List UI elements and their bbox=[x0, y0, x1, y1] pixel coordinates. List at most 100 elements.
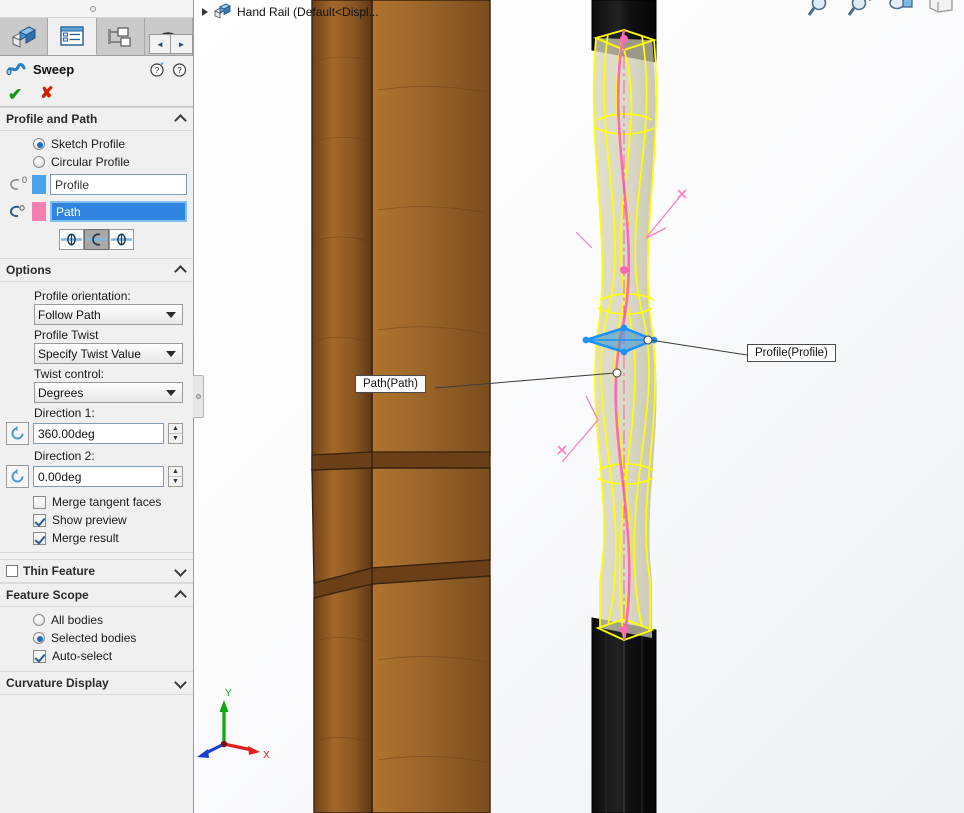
radio-selected-bodies[interactable] bbox=[33, 632, 45, 644]
ok-button[interactable]: ✔ bbox=[8, 86, 22, 103]
direction-2-stepper[interactable]: ▲ ▼ bbox=[168, 466, 183, 487]
section-body-feature-scope: All bodies Selected bodies Auto-select bbox=[0, 607, 193, 671]
section-body-profile-and-path: Sketch Profile Circular Profile 0 Profil… bbox=[0, 131, 193, 258]
nav-prev-button[interactable]: ◄ bbox=[149, 34, 171, 54]
tab-feature-manager[interactable] bbox=[0, 18, 49, 55]
selection-row-path: Path bbox=[0, 198, 193, 225]
spin-row-direction-2: 0.00deg ▲ ▼ bbox=[0, 464, 193, 489]
selection-row-profile: 0 Profile bbox=[0, 171, 193, 198]
direction-2-stepper-down[interactable]: ▼ bbox=[169, 477, 182, 486]
splitter-dot bbox=[195, 394, 201, 399]
callout-path[interactable]: Path(Path) bbox=[355, 375, 426, 393]
chevron-down-icon[interactable] bbox=[175, 565, 187, 577]
svg-text:0: 0 bbox=[22, 175, 27, 185]
checkbox-merge-tangent-faces[interactable] bbox=[33, 495, 46, 509]
checkbox-thin-feature[interactable] bbox=[6, 565, 18, 577]
label-profile-orientation: Profile orientation: bbox=[34, 289, 131, 303]
dropdown-twist-control[interactable]: Degrees bbox=[34, 382, 183, 403]
checkbox-row-merge-tangent-faces[interactable]: Merge tangent faces bbox=[0, 489, 193, 511]
checkbox-show-preview[interactable] bbox=[33, 513, 46, 527]
checkbox-auto-select[interactable] bbox=[33, 649, 46, 663]
radio-row-sketch-profile[interactable]: Sketch Profile bbox=[0, 135, 193, 153]
chevron-down-icon[interactable] bbox=[175, 677, 187, 689]
direction-1-stepper-up[interactable]: ▲ bbox=[169, 424, 182, 434]
radio-row-all-bodies[interactable]: All bodies bbox=[0, 611, 193, 629]
chevron-up-icon[interactable] bbox=[175, 113, 187, 125]
direction-1-input[interactable]: 360.00deg bbox=[33, 423, 164, 444]
help-icon[interactable]: ? bbox=[172, 62, 187, 77]
radio-row-selected-bodies[interactable]: Selected bodies bbox=[0, 629, 193, 647]
profile-color-swatch bbox=[32, 175, 46, 194]
checkbox-row-auto-select[interactable]: Auto-select bbox=[0, 647, 193, 665]
label-all-bodies: All bodies bbox=[51, 613, 104, 627]
svg-text:*: * bbox=[160, 62, 163, 70]
section-header-thin-feature[interactable]: Thin Feature bbox=[0, 559, 193, 583]
tab-configuration-manager[interactable] bbox=[96, 18, 145, 55]
section-header-profile-and-path[interactable]: Profile and Path bbox=[0, 107, 193, 131]
section-header-feature-scope[interactable]: Feature Scope bbox=[0, 583, 193, 607]
radio-all-bodies[interactable] bbox=[33, 614, 45, 626]
view-toolbar bbox=[806, 0, 956, 20]
dropdown-wrap-profile-orientation: Follow Path bbox=[0, 304, 193, 325]
path-sketch-icon bbox=[4, 202, 28, 222]
radio-sketch-profile[interactable] bbox=[33, 138, 45, 150]
direction-1-stepper-down[interactable]: ▼ bbox=[169, 434, 182, 443]
chevron-down-icon[interactable] bbox=[166, 389, 176, 396]
radio-circular-profile[interactable] bbox=[33, 156, 45, 168]
chevron-up-icon[interactable] bbox=[175, 264, 187, 276]
label-show-preview: Show preview bbox=[52, 513, 127, 527]
section-label-options: Options bbox=[6, 263, 52, 277]
profile-selection-box[interactable]: Profile bbox=[50, 174, 187, 195]
zoom-to-fit-icon[interactable] bbox=[806, 0, 836, 20]
section-header-options[interactable]: Options bbox=[0, 258, 193, 282]
cancel-button[interactable]: ✘ bbox=[40, 86, 53, 102]
align-start-button[interactable] bbox=[59, 229, 84, 250]
checkbox-row-show-preview[interactable]: Show preview bbox=[0, 511, 193, 529]
panel-pin-dot[interactable] bbox=[90, 6, 96, 12]
nav-next-button[interactable]: ► bbox=[171, 34, 193, 54]
dropdown-profile-twist[interactable]: Specify Twist Value bbox=[34, 343, 183, 364]
previous-view-icon[interactable] bbox=[886, 0, 916, 20]
checkbox-row-merge-result[interactable]: Merge result bbox=[0, 529, 193, 547]
part-document-icon bbox=[213, 3, 232, 19]
svg-text:?: ? bbox=[177, 66, 182, 75]
section-header-curvature-display[interactable]: Curvature Display bbox=[0, 671, 193, 695]
reverse-direction-1-icon[interactable] bbox=[6, 422, 29, 445]
zoom-to-area-icon[interactable] bbox=[846, 0, 876, 20]
svg-text:Y: Y bbox=[225, 688, 232, 699]
direction-2-input[interactable]: 0.00deg bbox=[33, 466, 164, 487]
section-label-thin-feature: Thin Feature bbox=[23, 564, 96, 578]
dropdown-profile-orientation[interactable]: Follow Path bbox=[34, 304, 183, 325]
panel-splitter-handle[interactable] bbox=[193, 375, 204, 418]
radio-row-circular-profile[interactable]: Circular Profile bbox=[0, 153, 193, 171]
section-view-icon[interactable] bbox=[926, 0, 956, 20]
help-preview-icon[interactable]: ? * bbox=[150, 62, 165, 77]
direction-1-stepper[interactable]: ▲ ▼ bbox=[168, 423, 183, 444]
property-list-icon bbox=[60, 26, 84, 46]
path-color-swatch bbox=[32, 202, 46, 221]
svg-text:X: X bbox=[263, 750, 270, 761]
checkbox-merge-result[interactable] bbox=[33, 531, 46, 545]
sweep-icon bbox=[6, 63, 26, 76]
callout-profile[interactable]: Profile(Profile) bbox=[747, 344, 836, 362]
path-selection-box[interactable]: Path bbox=[50, 201, 187, 222]
options-divider bbox=[0, 552, 193, 553]
property-manager-action-row: ✔ ✘ bbox=[0, 82, 193, 107]
align-middle-button[interactable] bbox=[84, 229, 109, 250]
label-auto-select: Auto-select bbox=[52, 649, 113, 663]
expand-triangle-icon[interactable] bbox=[202, 7, 208, 16]
chevron-down-icon[interactable] bbox=[166, 311, 176, 318]
tab-property-manager[interactable] bbox=[48, 18, 97, 55]
label-circular-profile: Circular Profile bbox=[51, 155, 130, 169]
chevron-up-icon[interactable] bbox=[175, 589, 187, 601]
application-window: ◄ ► Sweep ? * ? ✔ ✘ Profile and Path Ske… bbox=[0, 0, 964, 813]
graphics-viewport[interactable]: Y X Z Hand Rail (Default<Displ... bbox=[194, 0, 964, 813]
reverse-direction-2-icon[interactable] bbox=[6, 465, 29, 488]
align-end-button[interactable] bbox=[109, 229, 134, 250]
panel-nav-arrows: ◄ ► bbox=[149, 34, 193, 54]
direction-2-stepper-up[interactable]: ▲ bbox=[169, 467, 182, 477]
label-profile-twist: Profile Twist bbox=[34, 328, 99, 342]
feature-tree-item[interactable]: Hand Rail (Default<Displ... bbox=[202, 3, 379, 20]
chevron-down-icon[interactable] bbox=[166, 350, 176, 357]
svg-text:?: ? bbox=[155, 66, 160, 75]
